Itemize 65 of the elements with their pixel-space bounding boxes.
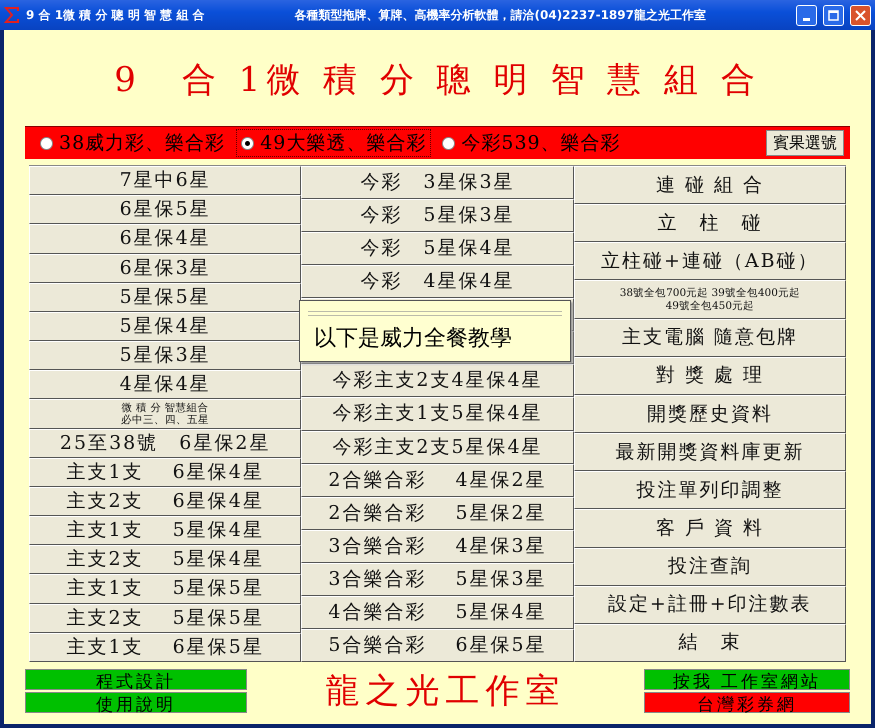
menu-button[interactable]: 主支2支 5星保4星 [29, 545, 302, 574]
menu-button[interactable]: 主支2支 5星保5星 [29, 604, 302, 633]
tooltip: 以下是威力全餐教學 [299, 300, 571, 362]
menu-button[interactable]: 今彩 4星保4星 [301, 265, 574, 298]
menu-button[interactable]: 主支電腦 隨意包牌 [574, 318, 846, 357]
menu-button[interactable]: 立 柱 碰 [574, 204, 846, 242]
radio-label[interactable]: 今彩539、樂合彩 [461, 130, 621, 156]
studio-name: 龍之光工作室 [324, 670, 566, 713]
close-icon [855, 10, 866, 20]
menu-button[interactable]: 3合樂合彩 4星保3星 [301, 530, 574, 563]
menu-button[interactable]: 今彩 5星保4星 [301, 232, 574, 266]
radio-button[interactable] [442, 136, 456, 150]
menu-button[interactable]: 6星保3星 [29, 254, 302, 283]
link-button[interactable]: 台灣彩券網 [644, 692, 850, 713]
menu-button[interactable]: 連 碰 組 合 [574, 166, 846, 204]
menu-button[interactable]: 對 獎 處 理 [574, 356, 846, 395]
sigma-icon [4, 6, 20, 24]
window-title: 9 合 1微 積 分 聰 明 智 慧 組 合 [26, 6, 204, 24]
menu-button[interactable]: 4星保4星 [29, 370, 302, 400]
link-button[interactable]: 程式設計 [25, 669, 247, 690]
app-heading: 9 合 1微 積 分 聰 明 智 慧 組 合 [113, 59, 762, 102]
radio-button[interactable] [241, 136, 254, 150]
menu-button[interactable]: 5星保3星 [29, 341, 302, 370]
menu-button[interactable]: 4合樂合彩 5星保4星 [301, 596, 574, 629]
menu-button[interactable]: 5星保4星 [29, 312, 302, 342]
window-subtitle: 各種類型拖牌、算牌、高機率分析軟體，請洽(04)2237-1897龍之光工作室 [294, 6, 707, 24]
menu-button[interactable]: 主支1支 6星保5星 [29, 632, 302, 662]
link-button[interactable]: 使用說明 [25, 692, 247, 713]
link-button[interactable]: 按我 工作室網站 [644, 669, 850, 690]
menu-button[interactable]: 38號全包700元起 39號全包400元起 49號全包450元起 [574, 280, 846, 319]
close-button[interactable] [850, 4, 871, 26]
menu-button[interactable]: 投注單列印調整 [574, 471, 846, 510]
menu-button[interactable]: 今彩 5星保3星 [301, 199, 574, 232]
menu-button[interactable]: 設定+註冊+印注數表 [574, 586, 846, 624]
minimize-icon [803, 18, 810, 20]
menu-button[interactable]: 主支1支 6星保4星 [29, 458, 302, 487]
menu-button[interactable]: 2合樂合彩 4星保2星 [301, 464, 574, 497]
menu-button[interactable]: 主支1支 5星保4星 [29, 516, 302, 546]
menu-button[interactable]: 今彩 3星保3星 [301, 166, 574, 200]
menu-button[interactable]: 3合樂合彩 5星保3星 [301, 562, 574, 596]
menu-button[interactable]: 2合樂合彩 5星保2星 [301, 496, 574, 530]
maximize-icon [828, 10, 839, 20]
menu-button[interactable]: 5合樂合彩 6星保5星 [301, 628, 574, 662]
menu-button[interactable]: 7星中6星 [29, 166, 302, 196]
menu-button[interactable]: 客 戶 資 料 [574, 509, 846, 548]
menu-button[interactable]: 最新開獎資料庫更新 [574, 433, 846, 472]
menu-button[interactable]: 25至38號 6星保2星 [29, 428, 302, 458]
menu-button[interactable]: 5星保5星 [29, 282, 302, 312]
menu-button[interactable]: 6星保5星 [29, 195, 302, 224]
maximize-button[interactable] [823, 4, 844, 26]
menu-button[interactable]: 投注查詢 [574, 548, 846, 586]
menu-button[interactable]: 今彩主支2支4星保4星 [301, 364, 574, 398]
menu-button[interactable]: 6星保4星 [29, 224, 302, 254]
radio-label[interactable]: 38威力彩、樂合彩 [59, 130, 226, 156]
menu-button[interactable]: 立柱碰+連碰（AB碰） [574, 242, 846, 280]
random-pick-button[interactable]: 賓果選號 [766, 130, 844, 156]
menu-button[interactable]: 結 束 [574, 624, 846, 662]
radio-button[interactable] [40, 136, 53, 150]
menu-button[interactable]: 開獎歷史資料 [574, 394, 846, 434]
menu-button[interactable]: 今彩主支1支5星保4星 [301, 397, 574, 430]
menu-button[interactable]: 微 積 分 智慧組合 必中三、四、五星 [29, 399, 302, 429]
menu-button[interactable]: 主支2支 6星保4星 [29, 486, 302, 516]
minimize-button[interactable] [796, 4, 817, 26]
menu-button[interactable]: 今彩主支2支5星保4星 [301, 430, 574, 464]
menu-button[interactable]: 主支1支 5星保5星 [29, 574, 302, 604]
